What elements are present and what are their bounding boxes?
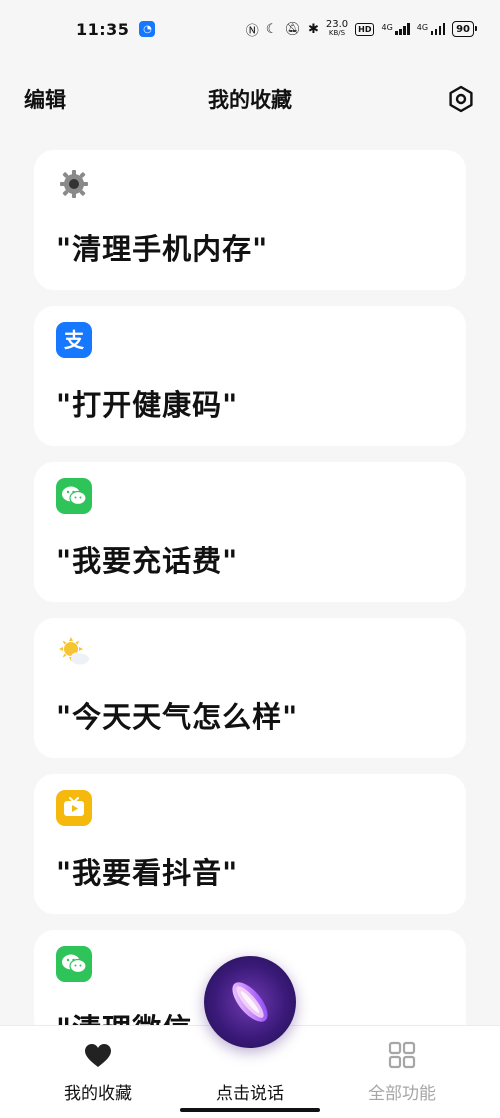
svg-text:支: 支: [64, 328, 85, 352]
nav-favorites-label: 我的收藏: [64, 1084, 132, 1104]
signal-icon-2: 4G: [416, 23, 446, 35]
nav-favorites[interactable]: 我的收藏: [38, 1043, 158, 1104]
hd-badge: HD: [355, 22, 375, 36]
favorite-card[interactable]: "我要看抖音": [34, 774, 466, 914]
notification-app-icon: ◔: [139, 21, 156, 37]
favorite-command-text: "今天天气怎么样": [56, 700, 299, 734]
wechat-icon: [56, 478, 92, 514]
signal-icon-1: 4G: [381, 23, 410, 35]
weather-icon: [56, 634, 92, 670]
home-indicator[interactable]: [180, 1108, 320, 1112]
video-icon: [56, 790, 92, 826]
page-title: 我的收藏: [208, 88, 292, 112]
nav-all-features-label: 全部功能: [368, 1084, 436, 1104]
settings-icon[interactable]: [446, 84, 476, 114]
bluetooth-icon: ✱: [307, 21, 319, 37]
favorite-card[interactable]: 支 "打开健康码": [34, 306, 466, 446]
network-speed: 23.0 KB/S: [326, 20, 348, 38]
wechat-icon: [56, 946, 92, 982]
grid-icon: [388, 1041, 416, 1069]
favorites-list: "清理手机内存" 支 "打开健康码" "我要充话费" "今天天气怎么样" "我要…: [34, 150, 466, 1056]
voice-assistant-orb[interactable]: [204, 956, 296, 1048]
favorite-command-text: "清理手机内存": [56, 232, 269, 266]
heart-icon: [85, 1044, 111, 1067]
status-icons: Ⓝ ☾ 🔕︎ ✱ 23.0 KB/S HD 4G 4G 90: [245, 20, 477, 39]
favorite-card[interactable]: "清理手机内存": [34, 150, 466, 290]
nav-talk-label: 点击说话: [216, 1084, 284, 1104]
status-bar: 11:35 ◔ Ⓝ ☾ 🔕︎ ✱ 23.0 KB/S HD 4G 4G 90: [0, 0, 500, 58]
signal-1-label: 4G: [381, 23, 393, 32]
network-speed-value: 23.0: [325, 19, 349, 30]
alipay-icon: 支: [56, 322, 92, 358]
bottom-nav: 我的收藏 点击说话 全部功能: [0, 956, 500, 1118]
mute-icon: 🔕︎: [284, 21, 301, 37]
favorite-command-text: "我要看抖音": [56, 856, 239, 890]
header: 编辑 我的收藏: [0, 72, 500, 126]
favorite-card[interactable]: "今天天气怎么样": [34, 618, 466, 758]
signal-2-label: 4G: [416, 23, 429, 32]
favorite-command-text: "打开健康码": [56, 388, 239, 422]
favorites-screen: 11:35 ◔ Ⓝ ☾ 🔕︎ ✱ 23.0 KB/S HD 4G 4G 90 编…: [0, 0, 500, 1118]
battery-indicator: 90: [452, 21, 477, 37]
nfc-icon: Ⓝ: [245, 23, 259, 39]
status-time: 11:35: [76, 19, 130, 39]
gear-icon: [56, 166, 92, 202]
favorite-command-text: "我要充话费": [56, 544, 239, 578]
network-speed-unit: KB/S: [328, 29, 346, 37]
nav-all-features[interactable]: 全部功能: [342, 1041, 462, 1104]
voice-orb-icon: [232, 982, 268, 1022]
favorite-card[interactable]: "我要充话费": [34, 462, 466, 602]
nav-talk[interactable]: 点击说话: [216, 1079, 284, 1104]
edit-button[interactable]: 编辑: [24, 84, 66, 114]
moon-icon: ☾: [265, 21, 278, 37]
